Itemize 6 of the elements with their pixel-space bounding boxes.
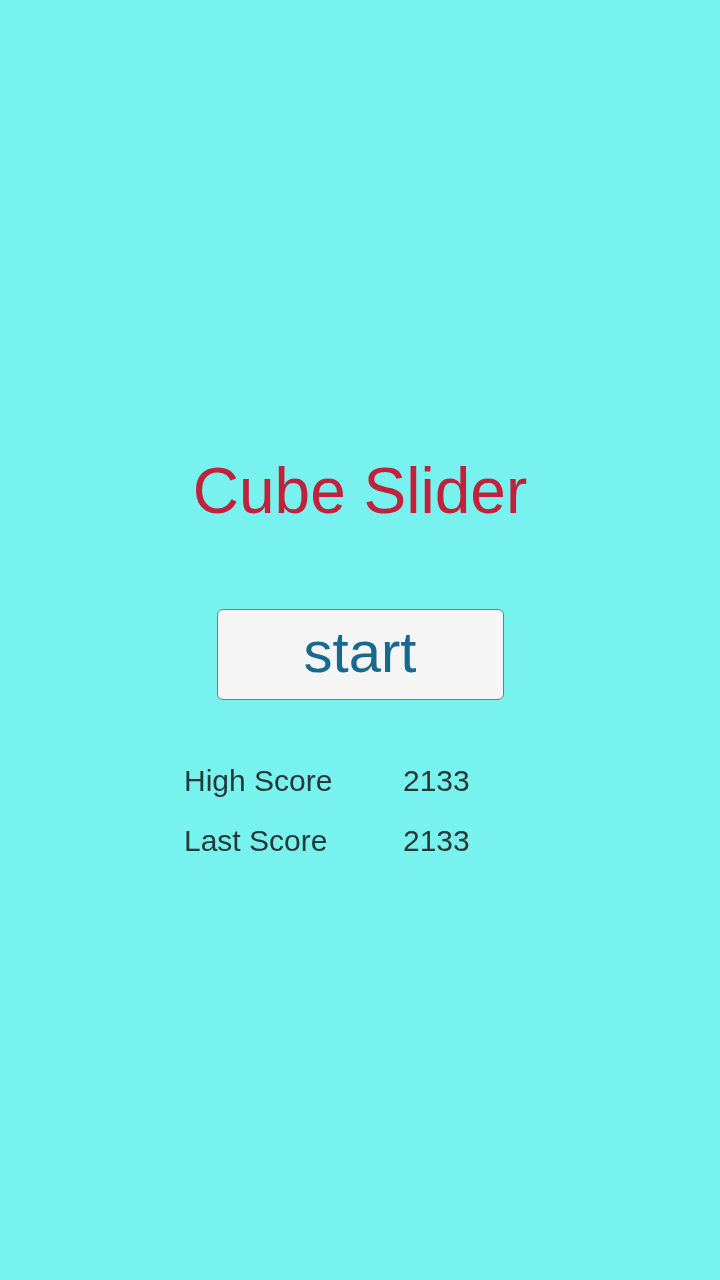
game-title: Cube Slider <box>192 455 528 527</box>
start-button[interactable]: start <box>216 609 504 700</box>
score-label: High Score <box>184 763 334 799</box>
score-value: 2133 <box>403 763 470 799</box>
score-label: Last Score <box>184 823 329 859</box>
score-value: 2133 <box>403 823 470 859</box>
